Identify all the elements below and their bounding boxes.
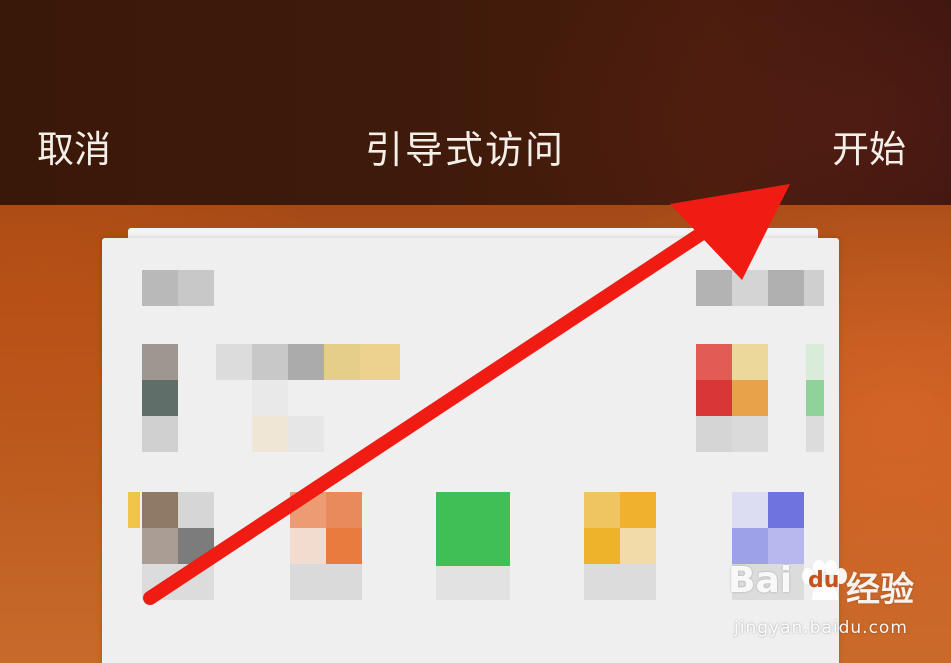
ios-screen: 取消 引导式访问 开始 Bai du 经验 jingyan.baidu.com [0,0,951,663]
watermark-logo-left: Bai [728,560,793,601]
watermark-cn-text: 经验 [846,570,914,610]
watermark-logo-right: du [808,568,840,593]
arrow-shaft [143,211,732,605]
arrow-head [670,184,790,280]
watermark-url: jingyan.baidu.com [734,618,908,638]
baidu-watermark: Bai du 经验 jingyan.baidu.com [728,560,938,650]
